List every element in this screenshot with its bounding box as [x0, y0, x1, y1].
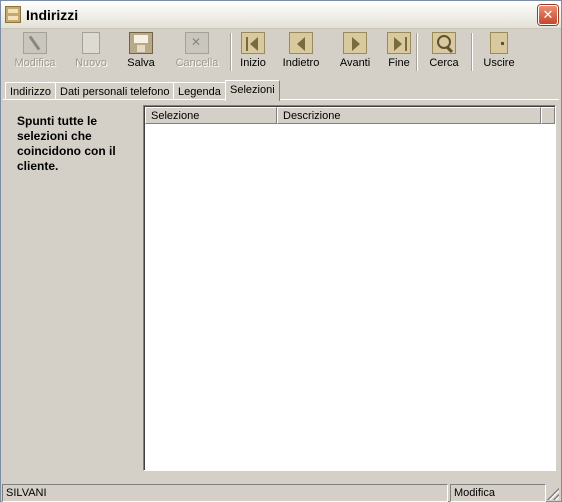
toolbar: Modifica Nuovo Salva Cancella Inizio Ind… — [1, 29, 561, 75]
cancella-label: Cancella — [175, 57, 219, 69]
toolbar-separator — [416, 33, 418, 71]
tab-indirizzo[interactable]: Indirizzo — [5, 82, 56, 100]
column-header-filler — [541, 107, 555, 124]
column-header-descrizione[interactable]: Descrizione — [277, 107, 541, 124]
selections-list[interactable]: Selezione Descrizione — [143, 105, 556, 471]
cerca-label: Cerca — [429, 57, 459, 69]
next-record-icon — [343, 32, 367, 54]
inizio-button[interactable]: Inizio — [237, 32, 269, 74]
toolbar-separator — [471, 33, 473, 71]
toolbar-separator — [230, 33, 232, 71]
salva-button[interactable]: Salva — [123, 32, 159, 74]
instruction-text: Spunti tutte le selezioni che coincidono… — [17, 114, 116, 173]
last-record-icon — [387, 32, 411, 54]
previous-record-icon — [289, 32, 313, 54]
new-document-icon — [82, 32, 100, 54]
title-bar[interactable]: Indirizzi ✕ — [1, 1, 561, 29]
close-icon: ✕ — [542, 7, 554, 22]
tab-legenda[interactable]: Legenda — [173, 82, 226, 100]
indietro-label: Indietro — [282, 57, 320, 69]
app-icon — [5, 6, 21, 23]
status-mode: Modifica — [450, 484, 546, 502]
window: Indirizzi ✕ Modifica Nuovo Salva Cancell… — [0, 0, 562, 502]
delete-icon — [185, 32, 209, 54]
first-record-icon — [241, 32, 265, 54]
resize-grip-icon[interactable] — [547, 488, 559, 500]
cerca-button[interactable]: Cerca — [427, 32, 461, 74]
cancella-button[interactable]: Cancella — [174, 32, 220, 74]
avanti-button[interactable]: Avanti — [337, 32, 373, 74]
close-button[interactable]: ✕ — [538, 5, 558, 25]
status-user: SILVANI — [2, 484, 448, 502]
modifica-label: Modifica — [14, 57, 56, 69]
inizio-label: Inizio — [240, 57, 266, 69]
tab-selezioni[interactable]: Selezioni — [225, 80, 280, 101]
nuovo-label: Nuovo — [75, 57, 107, 69]
pencil-icon — [23, 32, 47, 54]
status-bar: SILVANI Modifica — [1, 482, 561, 502]
nuovo-button[interactable]: Nuovo — [71, 32, 111, 74]
fine-label: Fine — [388, 57, 410, 69]
tab-dati-personali-telefono[interactable]: Dati personali telefono — [55, 82, 175, 100]
salva-label: Salva — [127, 57, 155, 69]
list-header: Selezione Descrizione — [145, 107, 555, 124]
uscire-button[interactable]: Uscire — [481, 32, 517, 74]
fine-button[interactable]: Fine — [385, 32, 413, 74]
uscire-label: Uscire — [483, 57, 515, 69]
search-icon — [432, 32, 456, 54]
column-header-selezione[interactable]: Selezione — [145, 107, 277, 124]
exit-door-icon — [490, 32, 508, 54]
avanti-label: Avanti — [339, 57, 371, 69]
modifica-button[interactable]: Modifica — [13, 32, 57, 74]
window-title: Indirizzi — [26, 7, 79, 23]
indietro-button[interactable]: Indietro — [281, 32, 321, 74]
save-disk-icon — [129, 32, 153, 54]
